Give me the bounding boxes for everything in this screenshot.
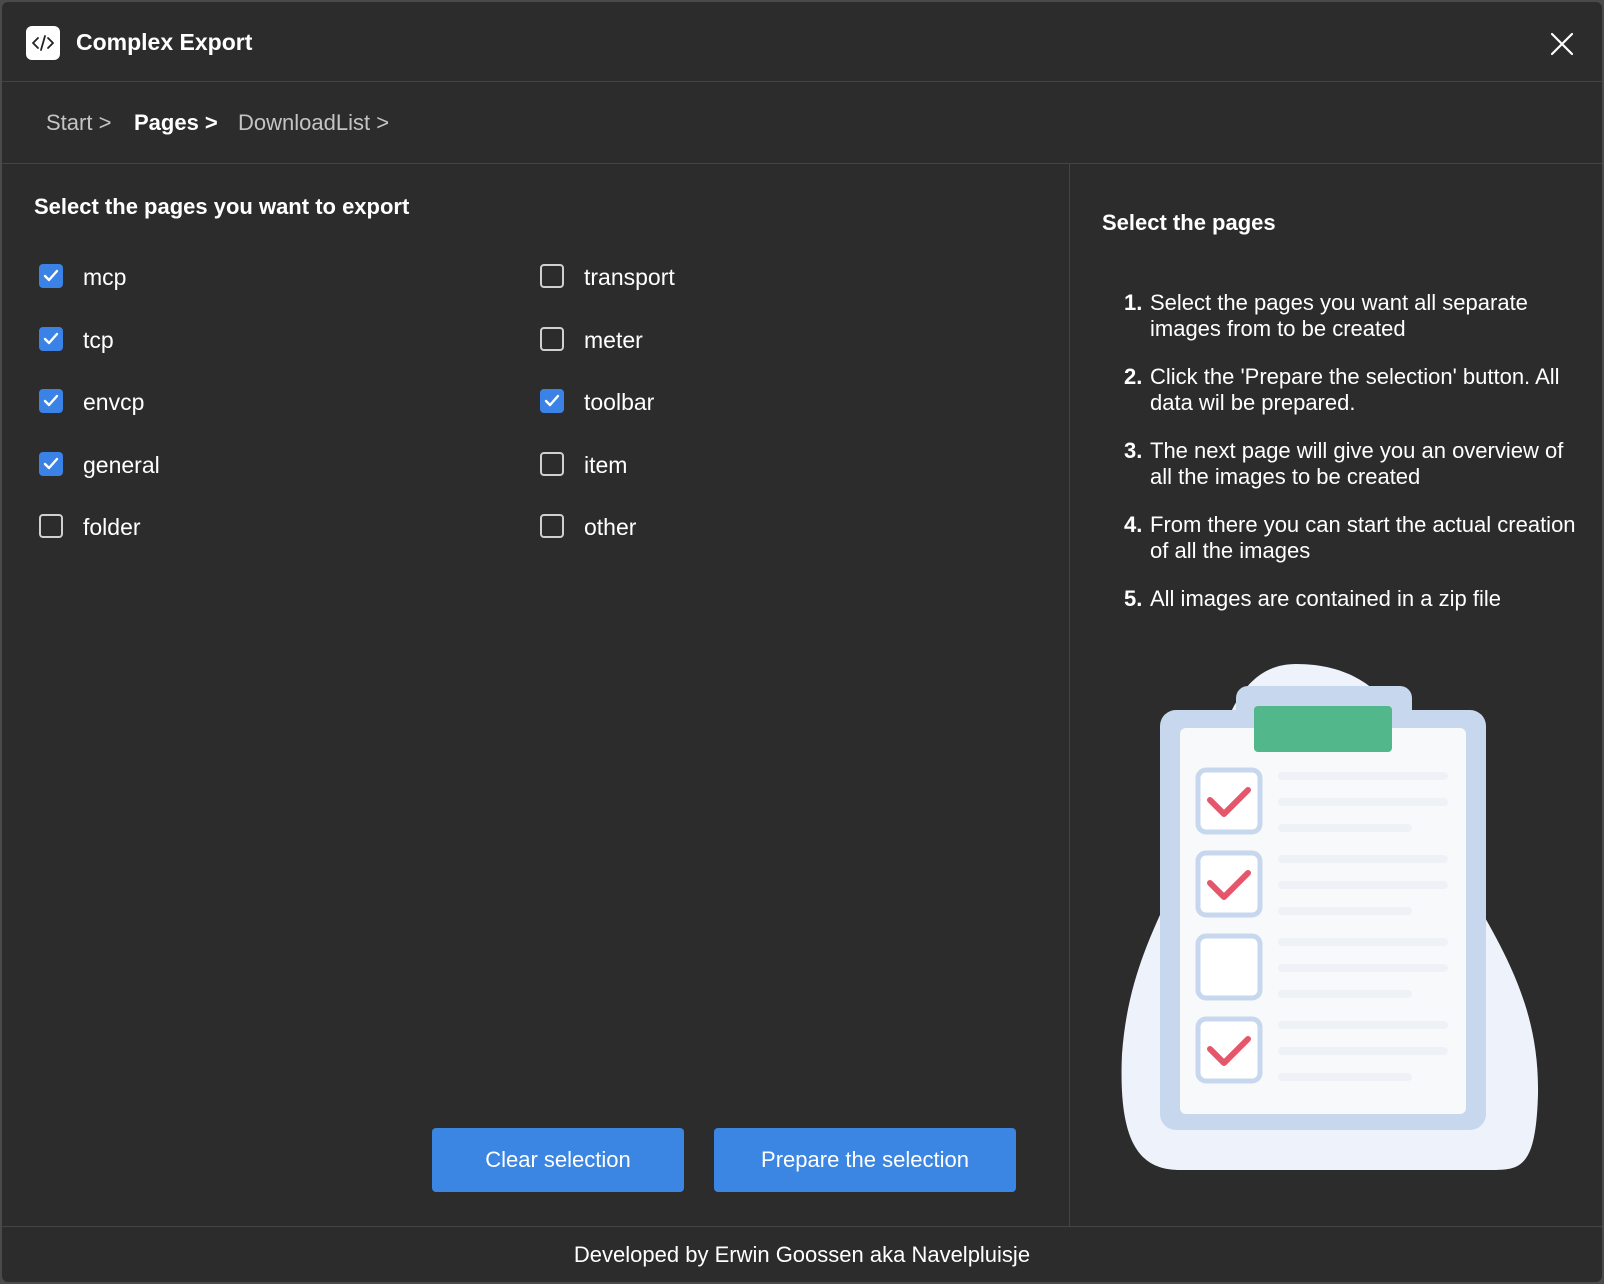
breadcrumb-pages[interactable]: Pages > (134, 110, 218, 136)
checkbox-label: folder (83, 514, 141, 540)
step-number: 5. (1124, 586, 1143, 611)
page-checkbox-folder[interactable]: folder (39, 507, 399, 547)
export-dialog: Complex Export Start > Pages > DownloadL… (2, 2, 1602, 1282)
page-checkbox-meter[interactable]: meter (540, 320, 900, 360)
help-panel: Select the pages 1. Select the pages you … (1070, 164, 1602, 1226)
checkbox-unchecked-icon[interactable] (540, 264, 564, 288)
checkbox-label: general (83, 451, 160, 478)
code-icon (26, 26, 60, 60)
page-checkbox-general[interactable]: general (39, 445, 399, 485)
clipboard-checklist-illustration (1121, 664, 1539, 1170)
step-text: The next page will give you an overview … (1150, 438, 1564, 489)
checkbox-unchecked-icon[interactable] (540, 514, 564, 538)
step-number: 1. (1124, 290, 1143, 315)
instruction-steps: 1. Select the pages you want all separate… (1124, 290, 1584, 634)
checkbox-label: transport (584, 264, 675, 290)
checkbox-unchecked-icon[interactable] (540, 326, 564, 351)
pages-heading: Select the pages you want to export (34, 194, 410, 219)
checkbox-checked-icon[interactable] (39, 451, 63, 476)
checkbox-label: item (584, 451, 628, 478)
close-button[interactable] (1544, 26, 1580, 62)
footer-credit: Developed by Erwin Goossen aka Navelplui… (2, 1226, 1602, 1282)
checkbox-unchecked-icon[interactable] (39, 514, 63, 538)
window-title: Complex Export (76, 29, 253, 55)
checkbox-label: other (584, 514, 637, 540)
breadcrumb: Start > Pages > DownloadList > (2, 82, 1602, 164)
checkbox-checked-icon[interactable] (540, 389, 564, 413)
help-title: Select the pages (1102, 210, 1276, 235)
prepare-selection-button[interactable]: Prepare the selection (714, 1128, 1016, 1192)
instruction-step: 4. From there you can start the actual cr… (1124, 512, 1584, 564)
page-checkbox-item[interactable]: item (540, 445, 900, 485)
instruction-step: 5. All images are contained in a zip file (1124, 586, 1584, 612)
checkbox-checked-icon[interactable] (39, 264, 63, 288)
checkbox-label: tcp (83, 326, 114, 353)
step-number: 4. (1124, 512, 1143, 537)
title-bar: Complex Export (2, 2, 1602, 82)
instruction-step: 2. Click the 'Prepare the selection' butt… (1124, 364, 1584, 416)
close-icon (1550, 32, 1574, 56)
checkbox-label: mcp (83, 264, 127, 290)
step-text: From there you can start the actual crea… (1150, 512, 1576, 563)
step-text: All images are contained in a zip file (1150, 586, 1501, 611)
page-checkbox-tcp[interactable]: tcp (39, 320, 399, 360)
breadcrumb-start[interactable]: Start > (46, 110, 111, 136)
instruction-step: 3. The next page will give you an overvie… (1124, 438, 1584, 490)
breadcrumb-downloadlist[interactable]: DownloadList > (238, 110, 389, 136)
checkbox-checked-icon[interactable] (39, 326, 63, 351)
checkbox-label: meter (584, 326, 643, 353)
checkbox-label: envcp (83, 389, 145, 415)
checkbox-label: toolbar (584, 389, 655, 415)
page-checkbox-other[interactable]: other (540, 507, 900, 547)
page-checkbox-transport[interactable]: transport (540, 257, 900, 297)
page-checkbox-mcp[interactable]: mcp (39, 257, 399, 297)
step-number: 3. (1124, 438, 1143, 463)
checkbox-unchecked-icon[interactable] (540, 451, 564, 476)
checkbox-checked-icon[interactable] (39, 389, 63, 413)
page-checkbox-toolbar[interactable]: toolbar (540, 382, 900, 422)
clear-selection-button[interactable]: Clear selection (432, 1128, 684, 1192)
instruction-step: 1. Select the pages you want all separate… (1124, 290, 1584, 342)
step-number: 2. (1124, 364, 1143, 389)
step-text: Click the 'Prepare the selection' button… (1150, 364, 1560, 415)
step-text: Select the pages you want all separate i… (1150, 290, 1528, 341)
page-selection-panel: Select the pages you want to export mcp t… (2, 164, 1070, 1226)
page-checkbox-envcp[interactable]: envcp (39, 382, 399, 422)
